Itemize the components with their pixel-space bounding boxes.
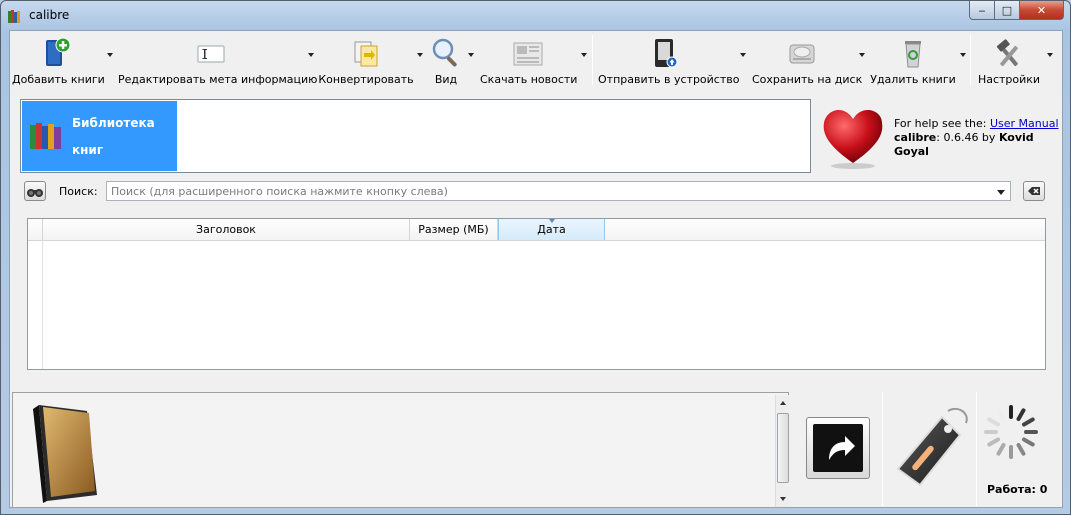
view-label: Вид: [434, 73, 458, 86]
library-tile[interactable]: Библиотека книг: [22, 101, 177, 171]
scroll-up-arrow[interactable]: [780, 401, 786, 405]
donate-heart-icon[interactable]: [820, 103, 886, 171]
send-to-device-dropdown[interactable]: [740, 53, 746, 57]
close-button[interactable]: ✕: [1020, 1, 1064, 20]
fetch-news-dropdown[interactable]: [581, 53, 587, 57]
hard-disk-icon: [789, 44, 815, 64]
column-header-date-label: Дата: [537, 223, 566, 236]
magnifier-icon: [432, 38, 457, 67]
minimize-button[interactable]: ‒: [969, 1, 995, 20]
tag-browser-icon[interactable]: [886, 399, 976, 499]
app-version: : 0.6.46 by: [936, 131, 999, 144]
preferences-dropdown[interactable]: [1047, 53, 1053, 57]
search-bar: Поиск: Поиск (для расширенного поиска на…: [24, 181, 1049, 203]
table-header: Заголовок Размер (МБ) Дата: [28, 219, 1045, 241]
remove-books-button[interactable]: Удалить книги: [870, 33, 956, 89]
binoculars-icon: [27, 189, 43, 197]
scroll-down-arrow[interactable]: [780, 497, 786, 501]
details-scrollbar[interactable]: [775, 395, 790, 507]
add-book-icon: [46, 37, 71, 66]
wrench-hammer-icon: [996, 39, 1018, 67]
preferences-button[interactable]: Настройки: [976, 33, 1042, 89]
convert-button[interactable]: Конвертировать: [318, 33, 414, 89]
recycle-bin-icon: [905, 41, 921, 68]
books-icon: [30, 123, 61, 149]
app-name: calibre: [894, 131, 937, 144]
help-info: For help see the: User Manual calibre: 0…: [894, 117, 1062, 159]
clear-search-button[interactable]: [1023, 181, 1045, 201]
advanced-search-button[interactable]: [24, 181, 46, 201]
edit-metadata-icon: [197, 45, 225, 63]
edit-metadata-button[interactable]: Редактировать мета информацию: [118, 33, 318, 89]
send-to-device-label: Отправить в устройство: [598, 73, 740, 86]
convert-dropdown[interactable]: [417, 53, 423, 57]
save-to-disk-dropdown[interactable]: [859, 53, 865, 57]
convert-icon: [354, 41, 378, 67]
search-history-dropdown[interactable]: [997, 190, 1005, 195]
window-controls: ‒ □ ✕: [969, 1, 1064, 20]
column-header-size[interactable]: Размер (МБ): [410, 219, 498, 240]
save-to-disk-button[interactable]: Сохранить на диск: [752, 33, 863, 89]
calibre-app-icon: [8, 10, 20, 23]
clear-icon: [1028, 187, 1040, 195]
books-table[interactable]: Заголовок Размер (МБ) Дата: [27, 218, 1046, 370]
book-details-panel: [12, 392, 790, 508]
sort-indicator-icon: [548, 219, 555, 223]
add-books-dropdown[interactable]: [107, 53, 113, 57]
send-to-device-button[interactable]: Отправить в устройство: [598, 33, 740, 89]
preferences-label: Настройки: [977, 73, 1041, 86]
maximize-button[interactable]: □: [995, 1, 1020, 20]
search-placeholder: Поиск (для расширенного поиска нажмите к…: [111, 185, 448, 198]
book-cover-icon: [33, 405, 97, 503]
search-label: Поиск:: [59, 185, 98, 198]
help-prefix: For help see the:: [894, 117, 990, 130]
status-separator: [882, 392, 883, 506]
row-header-gutter: [28, 241, 43, 369]
close-icon: ✕: [1036, 3, 1047, 17]
client-area: Добавить книги Редактировать мета информ…: [9, 30, 1063, 508]
jump-to-book-button[interactable]: [806, 417, 870, 479]
column-header-date[interactable]: Дата: [498, 219, 605, 240]
search-input[interactable]: Поиск (для расширенного поиска нажмите к…: [106, 181, 1011, 201]
save-to-disk-label: Сохранить на диск: [752, 73, 863, 86]
convert-label: Конвертировать: [318, 73, 414, 86]
add-books-label: Добавить книги: [12, 73, 105, 86]
edit-metadata-label: Редактировать мета информацию: [118, 73, 318, 86]
ereader-device-icon: [655, 39, 678, 68]
fetch-news-label: Скачать новости: [480, 73, 578, 86]
toolbar-separator: [592, 35, 593, 85]
edit-metadata-dropdown[interactable]: [308, 53, 314, 57]
scroll-thumb[interactable]: [777, 413, 789, 483]
remove-books-label: Удалить книги: [870, 73, 956, 86]
bottom-panel: Работа: 0: [10, 389, 1062, 509]
jump-to-book-icon: [813, 424, 863, 472]
minimize-icon: ‒: [978, 3, 986, 17]
toolbar-separator: [970, 35, 971, 85]
maximize-icon: □: [1001, 3, 1013, 17]
main-toolbar: Добавить книги Редактировать мета информ…: [10, 31, 1062, 91]
jobs-count[interactable]: Работа: 0: [987, 483, 1047, 496]
view-button[interactable]: Вид: [426, 33, 466, 89]
user-manual-link[interactable]: User Manual: [990, 117, 1059, 130]
library-location-panel: Библиотека книг: [20, 99, 811, 173]
header-corner[interactable]: [28, 219, 43, 240]
main-window: calibre ‒ □ ✕ Добавить книги Редактирова…: [0, 0, 1071, 515]
library-label-line1: Библиотека: [72, 116, 155, 130]
status-separator: [976, 392, 977, 506]
title-bar[interactable]: calibre ‒ □ ✕: [1, 1, 1070, 30]
window-title: calibre: [29, 8, 70, 22]
newspaper-icon: [513, 42, 543, 66]
library-label-line2: книг: [72, 143, 104, 157]
remove-books-dropdown[interactable]: [960, 53, 966, 57]
view-dropdown[interactable]: [468, 53, 474, 57]
column-header-title[interactable]: Заголовок: [43, 219, 410, 240]
fetch-news-button[interactable]: Скачать новости: [480, 33, 578, 89]
jobs-spinner-icon[interactable]: [980, 401, 1042, 463]
add-books-button[interactable]: Добавить книги: [12, 33, 105, 89]
